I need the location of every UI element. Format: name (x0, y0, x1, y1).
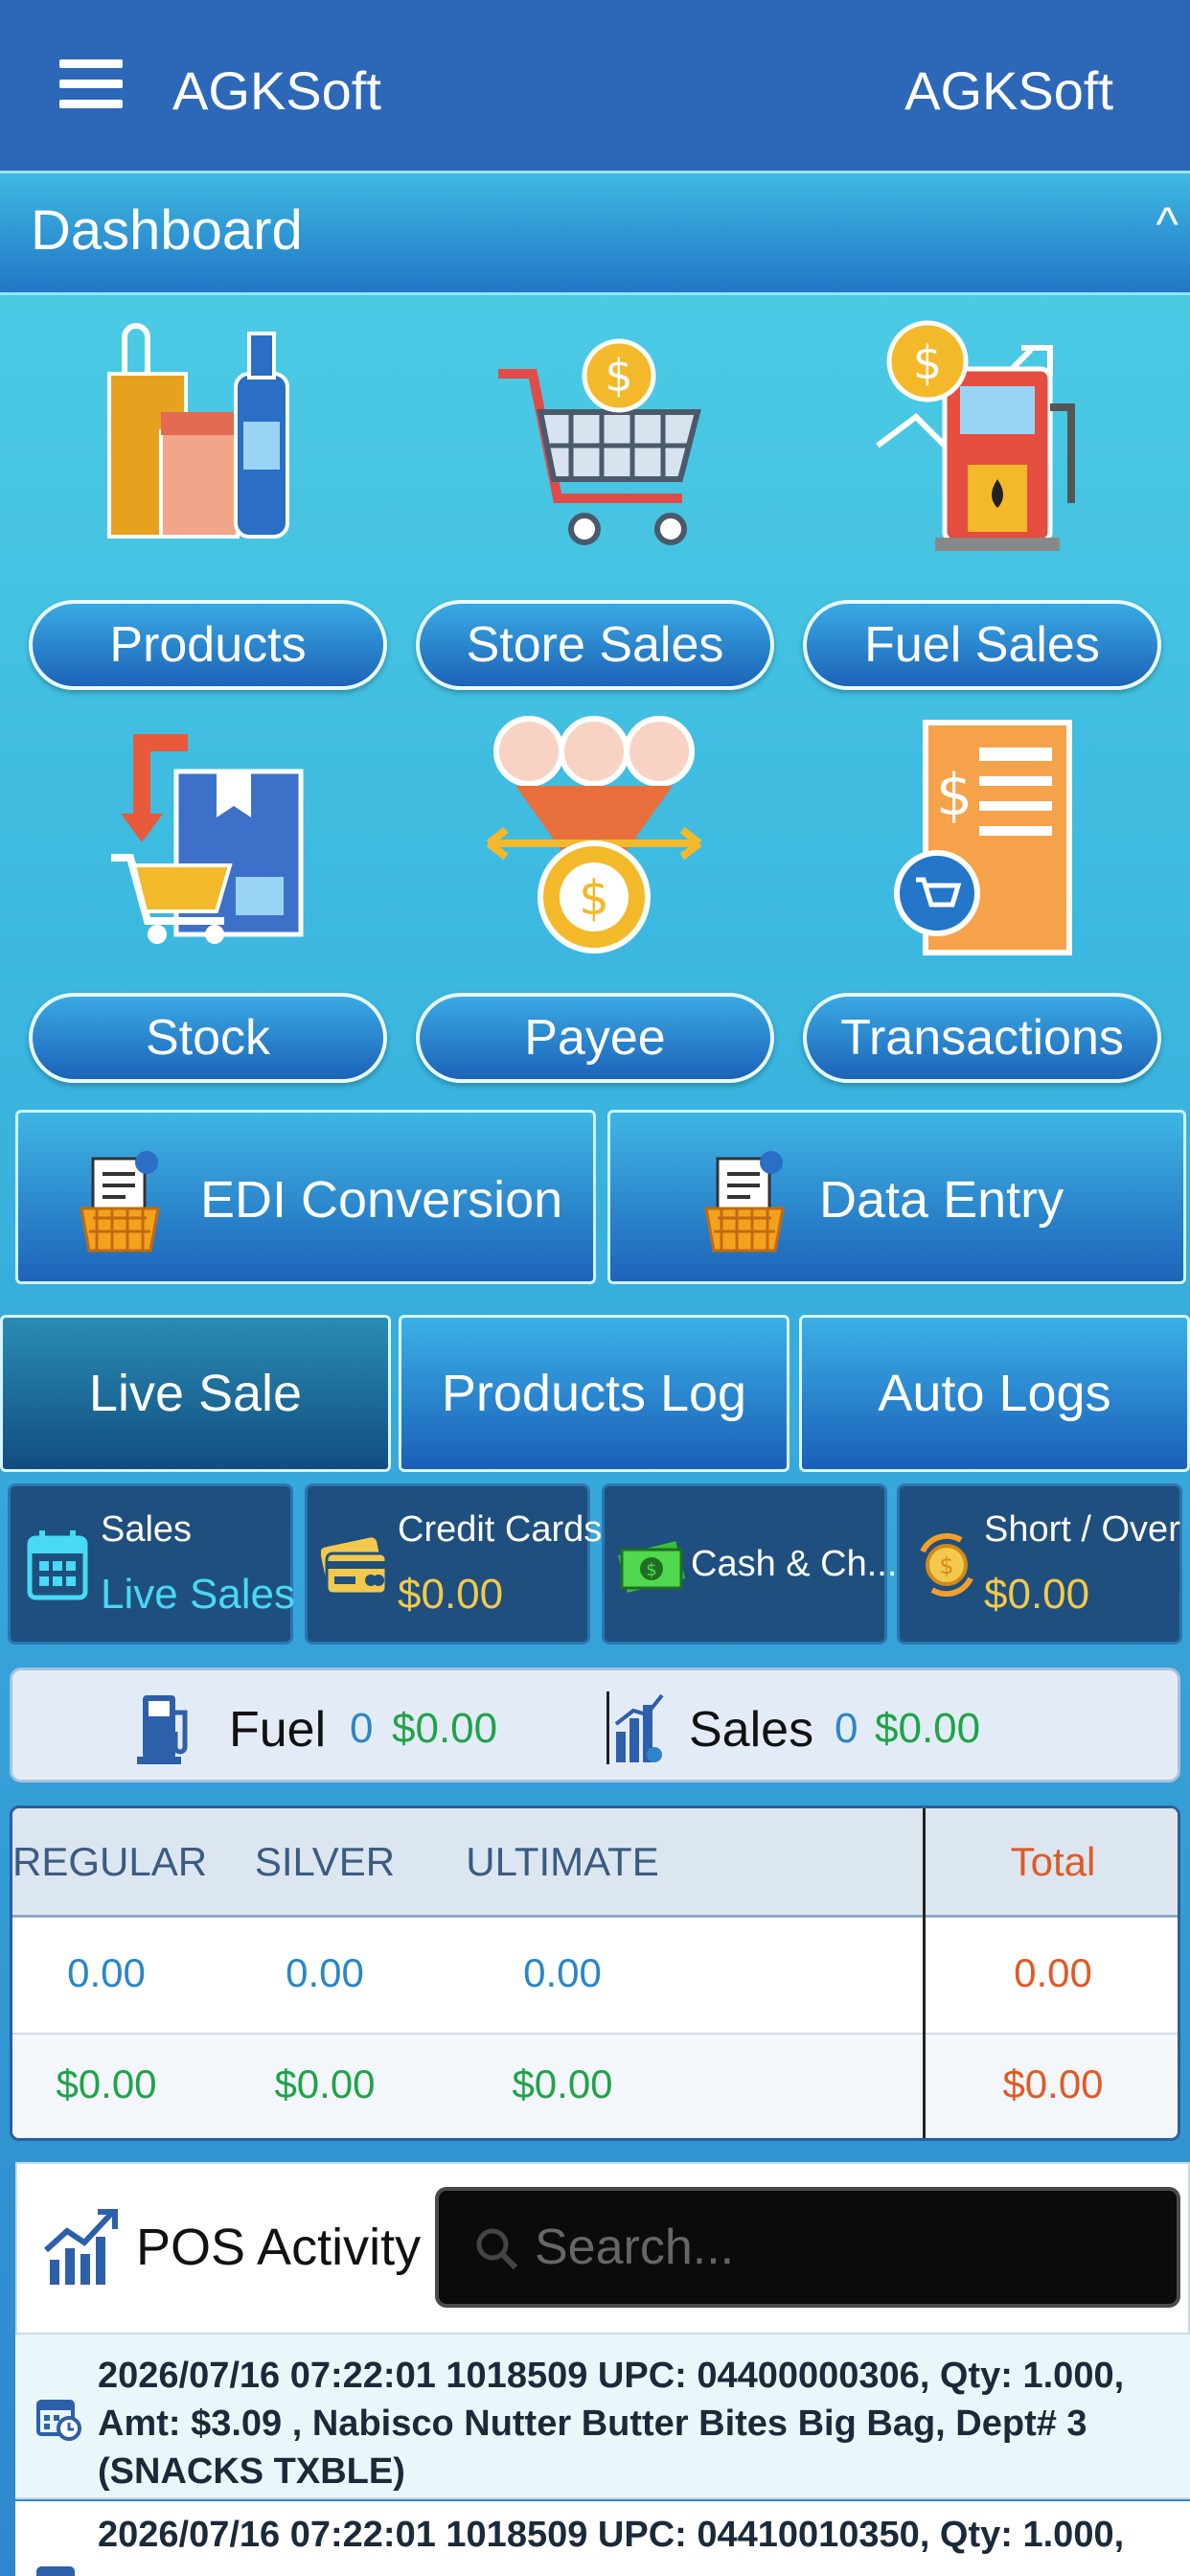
cash-checks-card[interactable]: $ Cash & Ch... (602, 1484, 897, 1644)
ultimate-volume: 0.00 (523, 1950, 602, 1995)
calendar-icon (24, 1527, 91, 1603)
edi-conversion-label: EDI Conversion (200, 1171, 563, 1229)
dashboard-title: Dashboard (31, 199, 303, 262)
fuel-summary-amount: $0.00 (392, 1705, 498, 1752)
pos-entry-text: 2026/07/16 07:22:01 1018509 UPC: 0441001… (98, 2515, 1125, 2555)
dashboard-header[interactable]: Dashboard ^ (0, 171, 1190, 295)
search-input[interactable] (535, 2214, 1148, 2281)
fuel-pump-small-icon (137, 1690, 195, 1764)
credit-card-icon (320, 1527, 388, 1603)
edi-conversion-button[interactable]: EDI Conversion (15, 1110, 596, 1284)
fuel-sales-button[interactable]: Fuel Sales (803, 600, 1161, 690)
pos-entry-text: 2026/07/16 07:22:01 1018509 UPC: 0440000… (98, 2356, 1125, 2492)
company-name: AGKSoft (904, 60, 1113, 121)
data-entry-basket-icon (698, 1149, 790, 1254)
stock-box-icon[interactable] (92, 714, 322, 954)
ultimate-amount: $0.00 (512, 2061, 613, 2106)
sales-summary-count: 0 (835, 1705, 858, 1752)
svg-text:$: $ (913, 336, 943, 390)
header-ultimate: ULTIMATE (466, 1839, 659, 1884)
data-entry-button[interactable]: Data Entry (607, 1110, 1186, 1284)
fuel-summary-label: Fuel (229, 1702, 327, 1758)
regular-volume: 0.00 (67, 1950, 146, 1995)
header-silver: SILVER (254, 1839, 396, 1884)
fuel-pump-icon[interactable]: $ (868, 311, 1098, 551)
svg-text:$: $ (646, 1560, 656, 1580)
data-entry-label: Data Entry (819, 1171, 1064, 1229)
silver-amount: $0.00 (274, 2061, 376, 2106)
transactions-button[interactable]: Transactions (803, 993, 1161, 1083)
silver-volume: 0.00 (286, 1950, 364, 1995)
search-icon (473, 2225, 521, 2273)
payee-button[interactable]: Payee (416, 993, 774, 1083)
header-total: Total (1010, 1839, 1096, 1884)
credit-cards-card[interactable]: Credit Cards $0.00 (305, 1484, 602, 1644)
collapse-chevron-icon[interactable]: ^ (1156, 196, 1179, 252)
calendar-clock-icon (34, 2561, 82, 2576)
products-icon[interactable] (92, 316, 322, 556)
header-regular: REGULAR (12, 1839, 208, 1884)
short-over-title: Short / Over (984, 1509, 1180, 1550)
pos-activity-header: POS Activity (15, 2162, 1190, 2334)
app-header: AGKSoft AGKSoft (0, 0, 1190, 171)
svg-text:$: $ (936, 762, 973, 829)
app-title: AGKSoft (172, 60, 381, 121)
sales-card-value: Live Sales (101, 1571, 296, 1618)
payee-people-icon[interactable]: $ (479, 709, 709, 954)
sales-summary-label: Sales (689, 1702, 814, 1758)
short-over-card[interactable]: $ Short / Over $0.00 (897, 1484, 1182, 1644)
sales-card[interactable]: Sales Live Sales (8, 1484, 296, 1644)
sales-bar-chart-icon (606, 1690, 666, 1766)
svg-text:$: $ (939, 1552, 953, 1579)
fuel-grade-table: REGULAR SILVER ULTIMATE Total 0.00 0.00 … (10, 1806, 1180, 2141)
edi-basket-icon (74, 1149, 166, 1254)
fuel-summary-count: 0 (350, 1705, 374, 1752)
search-box[interactable] (435, 2187, 1180, 2308)
coin-exchange-icon: $ (913, 1527, 980, 1603)
sales-card-title: Sales (101, 1509, 193, 1550)
list-item[interactable]: 2026/07/16 07:22:01 1018509 UPC: 0441001… (15, 2501, 1190, 2576)
tab-auto-logs[interactable]: Auto Logs (799, 1315, 1190, 1472)
svg-text:$: $ (605, 350, 632, 402)
calendar-clock-icon (34, 2394, 82, 2442)
products-button[interactable]: Products (29, 600, 387, 690)
trend-chart-icon (42, 2206, 119, 2288)
sales-summary-amount: $0.00 (875, 1705, 981, 1752)
store-sales-cart-icon[interactable]: $ (479, 316, 709, 556)
cash-icon: $ (618, 1527, 685, 1603)
regular-amount: $0.00 (56, 2061, 157, 2106)
pos-activity-title: POS Activity (136, 2219, 422, 2276)
store-sales-button[interactable]: Store Sales (416, 600, 774, 690)
short-over-value: $0.00 (984, 1571, 1090, 1618)
credit-cards-title: Credit Cards (398, 1509, 603, 1550)
total-amount: $0.00 (1002, 2061, 1104, 2106)
stock-button[interactable]: Stock (29, 993, 387, 1083)
tab-products-log[interactable]: Products Log (399, 1315, 790, 1472)
cash-checks-title: Cash & Ch... (691, 1544, 898, 1584)
list-item[interactable]: 2026/07/16 07:22:01 1018509 UPC: 0440000… (15, 2334, 1190, 2499)
fuel-sales-summary: Fuel 0 $0.00 Sales 0 $0.00 (10, 1668, 1180, 1782)
total-volume: 0.00 (1014, 1950, 1092, 1995)
menu-icon[interactable] (59, 59, 123, 113)
credit-cards-value: $0.00 (398, 1571, 504, 1618)
svg-text:$: $ (579, 870, 609, 926)
transactions-receipt-icon[interactable]: $ (887, 709, 1117, 955)
tab-live-sale[interactable]: Live Sale (0, 1315, 391, 1472)
